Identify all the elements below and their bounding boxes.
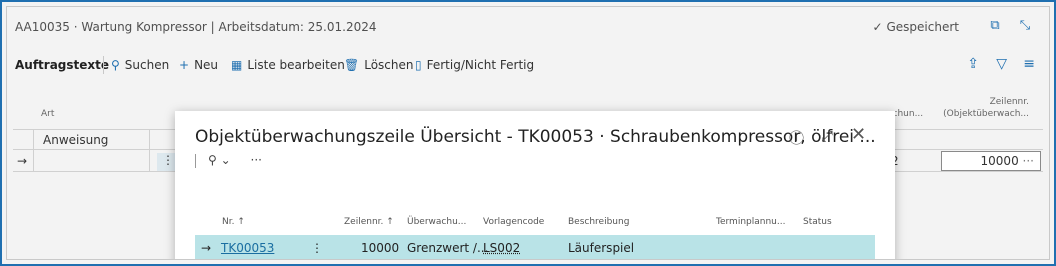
info-icon[interactable]: ⓘ: [789, 127, 804, 148]
column-header-art[interactable]: Art: [41, 109, 54, 119]
collapse-icon[interactable]: ⤡: [1017, 18, 1033, 34]
edit-list-label: Liste bearbeiten: [247, 58, 345, 72]
check-icon: ✓: [872, 20, 883, 34]
row-arrow-icon: →: [17, 154, 28, 168]
action-bar: Auftragstexte ⚲ Suchen + Neu ▦ Liste bearbe…: [7, 47, 1049, 83]
column-header-scheduling[interactable]: Terminplannu...: [716, 217, 785, 227]
column-header-monitoring[interactable]: Überwachu...: [407, 217, 466, 227]
dialog-toolbar: ⚲ ⌄ ···: [195, 153, 262, 168]
page-window: AA10035 · Wartung Kompressor | Arbeitsda…: [6, 6, 1050, 260]
grid-line: [33, 129, 34, 171]
edit-list-button[interactable]: ▦ Liste bearbeiten: [231, 58, 345, 72]
delete-label: Löschen: [364, 58, 414, 72]
dialog-title: Objektüberwachungszeile Übersicht - TK00…: [195, 127, 876, 147]
more-actions-icon[interactable]: ···: [251, 153, 262, 167]
line-no-value: 10000: [980, 154, 1019, 168]
search-icon[interactable]: ⚲ ⌄: [208, 153, 231, 167]
cell-art[interactable]: Anweisung: [43, 133, 108, 147]
row-menu-icon[interactable]: ⋮: [311, 241, 323, 255]
row-arrow-icon: →: [201, 241, 212, 255]
expand-icon[interactable]: ⤢: [821, 127, 833, 145]
filter-icon[interactable]: ▽: [996, 56, 1007, 72]
column-header-line-no[interactable]: Zeilennr. ↑: [344, 217, 394, 227]
cell-description: Läuferspiel: [568, 241, 635, 255]
share-icon[interactable]: ⇪: [967, 56, 979, 72]
template-code-link[interactable]: LS002: [483, 241, 520, 255]
search-label: Suchen: [124, 58, 170, 72]
open-new-window-icon[interactable]: ⧉: [987, 18, 1003, 34]
page-title: AA10035 · Wartung Kompressor | Arbeitsda…: [15, 20, 377, 34]
column-header-status[interactable]: Status: [803, 217, 832, 227]
saved-status: ✓ Gespeichert: [872, 20, 959, 34]
divider: [195, 153, 196, 168]
section-title: Auftragstexte: [15, 58, 110, 72]
delete-button[interactable]: 🗑 Löschen: [344, 58, 414, 72]
screenshot-frame: AA10035 · Wartung Kompressor | Arbeitsda…: [0, 0, 1056, 266]
document-icon: ▯: [415, 58, 422, 72]
search-button[interactable]: ⚲ Suchen: [111, 58, 169, 72]
column-header-description[interactable]: Beschreibung: [568, 217, 629, 227]
edit-list-icon: ▦: [231, 58, 243, 72]
cell-monitoring: Grenzwert /...: [407, 241, 489, 255]
overview-dialog: Objektüberwachungszeile Übersicht - TK00…: [175, 111, 895, 259]
plus-icon: +: [179, 58, 190, 72]
column-header-template-code[interactable]: Vorlagencode: [483, 217, 544, 227]
new-button[interactable]: + Neu: [179, 58, 218, 72]
saved-label: Gespeichert: [886, 20, 960, 34]
column-header-line-no[interactable]: Zeilennr.: [990, 97, 1029, 107]
more-icon: ···: [1022, 154, 1034, 168]
line-no-input[interactable]: 10000 ···: [941, 151, 1041, 171]
cell-line-no: 10000: [361, 241, 400, 255]
nr-link[interactable]: TK00053: [221, 241, 274, 255]
column-header-line-no-sub: (Objektüberwach...: [943, 109, 1029, 119]
divider: [103, 56, 104, 74]
close-icon[interactable]: ✕: [851, 124, 866, 145]
done-label: Fertig/Nicht Fertig: [426, 58, 535, 72]
done-toggle-button[interactable]: ▯ Fertig/Nicht Fertig: [415, 58, 534, 72]
search-icon: ⚲: [111, 58, 120, 72]
column-header-nr[interactable]: Nr. ↑: [222, 217, 245, 227]
grid-line: [149, 129, 150, 171]
trash-icon: 🗑: [344, 58, 360, 72]
list-view-icon[interactable]: ≡: [1023, 56, 1035, 72]
title-bar: AA10035 · Wartung Kompressor | Arbeitsda…: [7, 7, 1049, 48]
new-label: Neu: [194, 58, 219, 72]
table-row[interactable]: → TK00053 ⋮ 10000 Grenzwert /... LS002 L…: [195, 235, 875, 259]
